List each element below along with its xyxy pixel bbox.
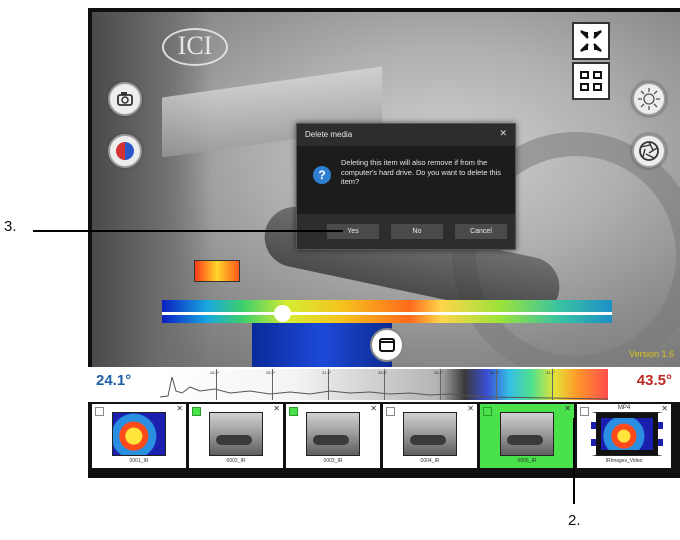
palette-icon [116, 142, 134, 160]
blend-slider-track[interactable] [162, 312, 612, 315]
histogram[interactable]: 26.5° 28.9° 31.4° 33.8° 36.2° 38.7° 41.1° [160, 369, 608, 400]
max-temperature[interactable]: 43.5° [637, 372, 672, 389]
delete-thumbnail-icon[interactable]: ✕ [176, 404, 183, 413]
image-preview [403, 412, 457, 456]
media-thumbnail[interactable]: ✕ 0003_IR [286, 404, 380, 468]
video-preview [591, 412, 663, 456]
media-thumbnail[interactable]: ✕ 0001_IR [92, 404, 186, 468]
delete-thumbnail-icon[interactable]: ✕ [467, 404, 474, 413]
camera-icon [117, 92, 133, 106]
histogram-tick-label: 36.2° [434, 370, 444, 375]
histogram-tick-label: 28.9° [266, 370, 276, 375]
image-preview [306, 412, 360, 456]
palette-button[interactable] [108, 134, 142, 168]
cancel-button[interactable]: Cancel [455, 224, 507, 239]
thumbnail-checkbox[interactable] [483, 407, 492, 416]
grid-view-icon [580, 71, 602, 91]
fullscreen-button[interactable] [370, 328, 404, 362]
image-preview [209, 412, 263, 456]
delete-thumbnail-icon[interactable]: ✕ [564, 404, 571, 413]
histogram-tick-label: 41.1° [546, 370, 556, 375]
grid-view-button[interactable] [572, 62, 610, 100]
thumbnail-checkbox[interactable] [95, 407, 104, 416]
thumbnail-checkbox[interactable] [192, 407, 201, 416]
collapse-button[interactable] [572, 22, 610, 60]
media-thumbnail[interactable]: ✕ MP4 IRImages_Video [577, 404, 671, 468]
callout-3-line [33, 230, 343, 232]
video-format-badge: MP4 [617, 405, 631, 411]
dialog-body: ? Deleting this item will also remove if… [297, 146, 515, 214]
fullscreen-icon [379, 338, 395, 352]
media-thumbnail[interactable]: ✕ 0004_IR [383, 404, 477, 468]
aperture-button[interactable] [632, 134, 666, 168]
version-label: Version 1.6 [628, 349, 674, 359]
histogram-tick-label: 38.7° [490, 370, 500, 375]
image-preview [500, 412, 554, 456]
question-icon: ? [313, 166, 331, 184]
dialog-close-icon[interactable]: ✕ [499, 128, 507, 139]
camera-button[interactable] [108, 82, 142, 116]
histogram-tick-label: 26.5° [210, 370, 220, 375]
delete-thumbnail-icon[interactable]: ✕ [370, 404, 377, 413]
callout-2-line [573, 418, 575, 504]
dialog-message: Deleting this item will also remove if f… [341, 158, 501, 186]
collapse-icon [580, 30, 602, 52]
thumbnail-caption: 0003_IR [323, 458, 343, 464]
blend-slider-thumb[interactable] [274, 305, 291, 322]
media-thumbnail[interactable]: ✕ 0005_IR [480, 404, 574, 468]
ici-logo: ICI [162, 28, 228, 66]
media-thumbnail-strip: ✕ 0001_IR ✕ 0002_IR ✕ 0003_IR ✕ 0004_IR ✕ 0005_IR… [88, 402, 680, 470]
thumbnail-checkbox[interactable] [386, 407, 395, 416]
thumbnail-checkbox[interactable] [289, 407, 298, 416]
thumbnail-caption: 0002_IR [226, 458, 246, 464]
thumbnail-caption: IRImages_Video [605, 458, 643, 464]
brightness-icon [638, 88, 660, 110]
histogram-tick-label: 31.4° [322, 370, 332, 375]
min-temperature[interactable]: 24.1° [96, 372, 131, 389]
temperature-range-bar: 24.1° 26.5° 28.9° 31.4° 33.8° 36.2° 38.7° 41.1… [88, 367, 680, 402]
brightness-button[interactable] [632, 82, 666, 116]
callout-2-label: 2. [568, 512, 581, 529]
delete-thumbnail-icon[interactable]: ✕ [273, 404, 280, 413]
thumbnail-caption: 0005_IR [517, 458, 537, 464]
callout-3-label: 3. [4, 218, 17, 235]
dialog-title: Delete media [305, 130, 353, 139]
no-button[interactable]: No [391, 224, 443, 239]
hotspot-thumbnail [194, 260, 240, 282]
thumbnail-caption: 0004_IR [420, 458, 440, 464]
media-thumbnail[interactable]: ✕ 0002_IR [189, 404, 283, 468]
histogram-tick-label: 33.8° [378, 370, 388, 375]
image-preview [112, 412, 166, 456]
thumbnail-caption: 0001_IR [129, 458, 149, 464]
aperture-icon [639, 141, 659, 161]
